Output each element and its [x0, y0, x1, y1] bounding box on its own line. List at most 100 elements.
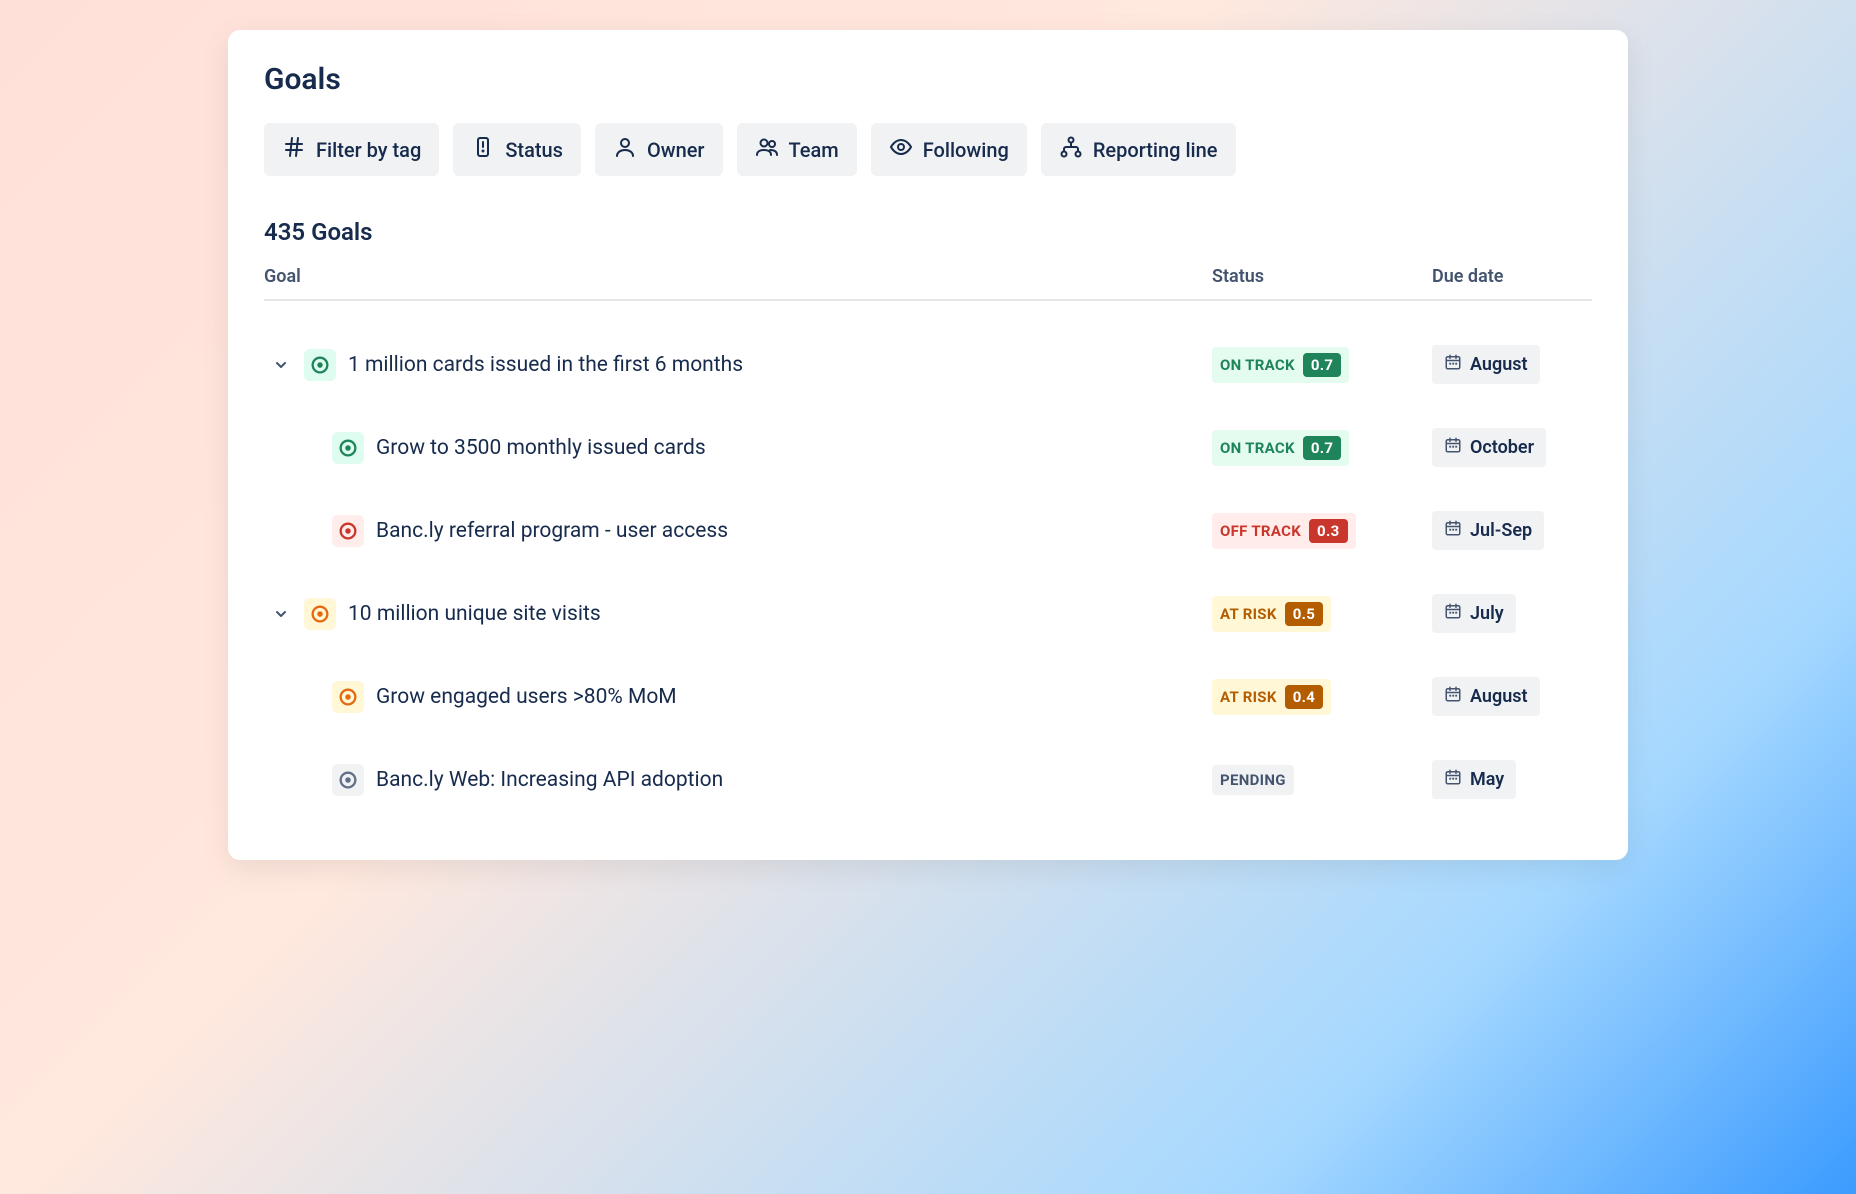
goal-cell: Banc.ly Web: Increasing API adoption — [264, 764, 1212, 796]
goal-row[interactable]: 10 million unique site visits AT RISK 0.5 J… — [264, 572, 1592, 655]
due-date-text: August — [1470, 686, 1528, 707]
filter-reporting[interactable]: Reporting line — [1041, 123, 1236, 176]
due-cell: July — [1432, 594, 1592, 633]
due-cell: May — [1432, 760, 1592, 799]
due-date-chip[interactable]: Jul-Sep — [1432, 511, 1544, 550]
status-score: 0.3 — [1309, 519, 1347, 543]
filter-team[interactable]: Team — [737, 123, 857, 176]
expand-chevron-icon[interactable] — [270, 354, 292, 376]
goal-title[interactable]: Grow engaged users >80% MoM — [376, 685, 677, 709]
expand-chevron-icon[interactable] — [270, 603, 292, 625]
status-score: 0.5 — [1285, 602, 1323, 626]
status-text: ON TRACK — [1220, 439, 1295, 457]
status-score: 0.4 — [1285, 685, 1323, 709]
status-badge[interactable]: OFF TRACK 0.3 — [1212, 513, 1356, 549]
filter-owner[interactable]: Owner — [595, 123, 723, 176]
tree-icon — [1059, 135, 1083, 164]
filter-label: Status — [505, 138, 563, 162]
due-date-chip[interactable]: July — [1432, 594, 1516, 633]
due-date-chip[interactable]: May — [1432, 760, 1516, 799]
goals-rows: 1 million cards issued in the first 6 mo… — [264, 323, 1592, 821]
due-date-text: Jul-Sep — [1470, 520, 1532, 541]
status-cell: AT RISK 0.5 — [1212, 596, 1432, 632]
due-date-text: October — [1470, 437, 1534, 458]
goal-title[interactable]: 1 million cards issued in the first 6 mo… — [348, 353, 743, 377]
filter-status[interactable]: Status — [453, 123, 581, 176]
status-cell: OFF TRACK 0.3 — [1212, 513, 1432, 549]
due-date-chip[interactable]: August — [1432, 345, 1540, 384]
filter-label: Reporting line — [1093, 138, 1218, 162]
due-cell: Jul-Sep — [1432, 511, 1592, 550]
status-badge[interactable]: AT RISK 0.5 — [1212, 596, 1331, 632]
goal-row[interactable]: 1 million cards issued in the first 6 mo… — [264, 323, 1592, 406]
goals-count: 435 Goals — [264, 218, 1592, 246]
calendar-icon — [1444, 436, 1462, 459]
status-badge[interactable]: ON TRACK 0.7 — [1212, 347, 1349, 383]
goal-title[interactable]: 10 million unique site visits — [348, 602, 601, 626]
goal-row[interactable]: Banc.ly Web: Increasing API adoption PEND… — [264, 738, 1592, 821]
due-date-chip[interactable]: August — [1432, 677, 1540, 716]
due-cell: August — [1432, 677, 1592, 716]
goal-row[interactable]: Banc.ly referral program - user access OF… — [264, 489, 1592, 572]
due-cell: October — [1432, 428, 1592, 467]
status-text: PENDING — [1220, 771, 1286, 789]
due-date-text: August — [1470, 354, 1528, 375]
target-icon — [332, 764, 364, 796]
goal-cell: Grow engaged users >80% MoM — [264, 681, 1212, 713]
target-icon — [332, 515, 364, 547]
filter-following[interactable]: Following — [871, 123, 1027, 176]
due-cell: August — [1432, 345, 1592, 384]
goal-row[interactable]: Grow engaged users >80% MoM AT RISK 0.4 Aug… — [264, 655, 1592, 738]
status-text: ON TRACK — [1220, 356, 1295, 374]
goal-title[interactable]: Banc.ly Web: Increasing API adoption — [376, 768, 723, 792]
goal-cell: 1 million cards issued in the first 6 mo… — [264, 349, 1212, 381]
col-header-due: Due date — [1432, 266, 1592, 287]
goal-cell: Grow to 3500 monthly issued cards — [264, 432, 1212, 464]
team-icon — [755, 135, 779, 164]
calendar-icon — [1444, 602, 1462, 625]
filter-label: Owner — [647, 138, 705, 162]
filter-label: Team — [789, 138, 839, 162]
calendar-icon — [1444, 685, 1462, 708]
goal-row[interactable]: Grow to 3500 monthly issued cards ON TRAC… — [264, 406, 1592, 489]
target-icon — [304, 349, 336, 381]
calendar-icon — [1444, 353, 1462, 376]
col-header-status: Status — [1212, 266, 1432, 287]
status-badge[interactable]: ON TRACK 0.7 — [1212, 430, 1349, 466]
target-icon — [332, 432, 364, 464]
status-badge[interactable]: PENDING — [1212, 765, 1294, 795]
status-cell: PENDING — [1212, 765, 1432, 795]
status-cell: ON TRACK 0.7 — [1212, 430, 1432, 466]
goal-title[interactable]: Banc.ly referral program - user access — [376, 519, 728, 543]
goal-cell: Banc.ly referral program - user access — [264, 515, 1212, 547]
eye-icon — [889, 135, 913, 164]
target-icon — [332, 681, 364, 713]
col-header-goal: Goal — [264, 266, 1212, 287]
person-icon — [613, 135, 637, 164]
status-score: 0.7 — [1303, 353, 1341, 377]
calendar-icon — [1444, 519, 1462, 542]
goals-panel: Goals Filter by tag Status Owner Team Follow… — [228, 30, 1628, 860]
status-badge[interactable]: AT RISK 0.4 — [1212, 679, 1331, 715]
status-text: AT RISK — [1220, 688, 1277, 706]
goal-cell: 10 million unique site visits — [264, 598, 1212, 630]
status-icon — [471, 135, 495, 164]
calendar-icon — [1444, 768, 1462, 791]
filter-tag[interactable]: Filter by tag — [264, 123, 439, 176]
due-date-text: May — [1470, 769, 1504, 790]
status-cell: AT RISK 0.4 — [1212, 679, 1432, 715]
due-date-text: July — [1470, 603, 1504, 624]
page-title: Goals — [264, 62, 1592, 97]
filter-label: Following — [923, 138, 1009, 162]
status-text: OFF TRACK — [1220, 522, 1301, 540]
filter-bar: Filter by tag Status Owner Team Following Rep… — [264, 123, 1592, 176]
due-date-chip[interactable]: October — [1432, 428, 1546, 467]
goal-title[interactable]: Grow to 3500 monthly issued cards — [376, 436, 706, 460]
hash-icon — [282, 135, 306, 164]
status-cell: ON TRACK 0.7 — [1212, 347, 1432, 383]
filter-label: Filter by tag — [316, 138, 421, 162]
status-text: AT RISK — [1220, 605, 1277, 623]
target-icon — [304, 598, 336, 630]
status-score: 0.7 — [1303, 436, 1341, 460]
table-header: Goal Status Due date — [264, 266, 1592, 301]
